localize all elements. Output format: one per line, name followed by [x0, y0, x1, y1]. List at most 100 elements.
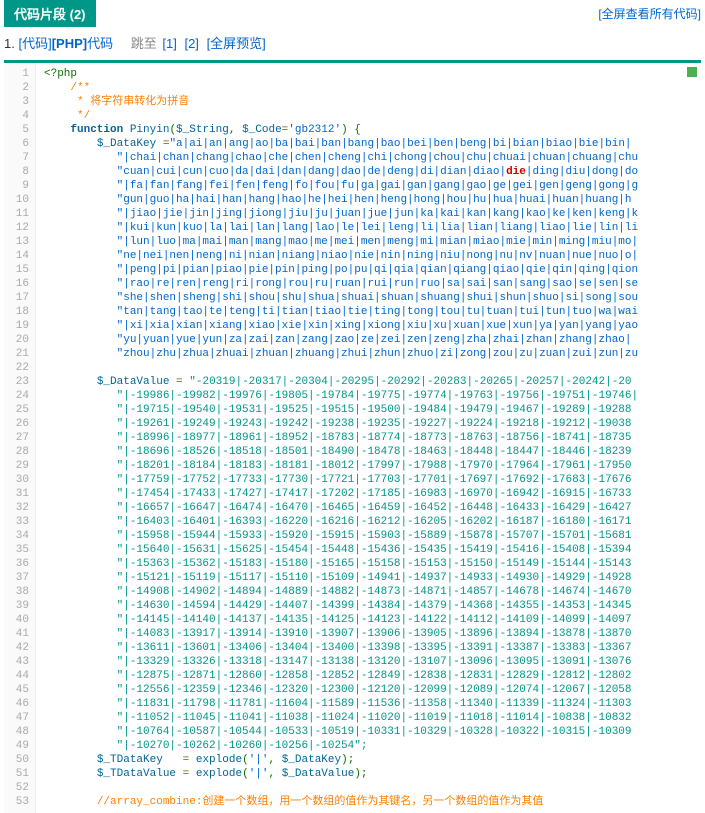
- code-line: "|-18696|-18526|-18518|-18501|-18490|-18…: [44, 445, 701, 459]
- code-line: "|rao|re|ren|reng|ri|rong|rou|ru|ruan|ru…: [44, 277, 701, 291]
- subheader: 1. [代码][PHP]代码 跳至 [1] [2] [全屏预览]: [0, 27, 705, 60]
- code-line: "|-12556|-12359|-12346|-12320|-12300|-12…: [44, 683, 701, 697]
- code-line: <?php: [44, 67, 701, 81]
- code-line: "|-15640|-15631|-15625|-15454|-15448|-15…: [44, 543, 701, 557]
- code-link-3[interactable]: 代码: [87, 36, 113, 51]
- line-number: 1: [6, 67, 29, 81]
- code-line: "cuan|cui|cun|cuo|da|dai|dan|dang|dao|de…: [44, 165, 701, 179]
- line-number: 36: [6, 557, 29, 571]
- line-number: 43: [6, 655, 29, 669]
- copy-icon[interactable]: [687, 67, 697, 77]
- code-link-php[interactable]: [PHP]: [52, 36, 87, 51]
- line-number: 13: [6, 235, 29, 249]
- line-number: 51: [6, 767, 29, 781]
- code-line: "|lun|luo|ma|mai|man|mang|mao|me|mei|men…: [44, 235, 701, 249]
- code-content: <?php /** * 将字符串转化为拼音 */ function Pinyin…: [36, 63, 701, 813]
- line-number: 12: [6, 221, 29, 235]
- code-line: $_DataValue = "-20319|-20317|-20304|-202…: [44, 375, 701, 389]
- line-number: 48: [6, 725, 29, 739]
- code-line: "|fa|fan|fang|fei|fen|feng|fo|fou|fu|ga|…: [44, 179, 701, 193]
- code-line: "|-15363|-15362|-15183|-15180|-15165|-15…: [44, 557, 701, 571]
- code-line: "|-11831|-11798|-11781|-11604|-11589|-11…: [44, 697, 701, 711]
- code-line: "|-15121|-15119|-15117|-15110|-15109|-14…: [44, 571, 701, 585]
- code-line: "|-13329|-13326|-13318|-13147|-13138|-13…: [44, 655, 701, 669]
- code-line: "|-14908|-14902|-14894|-14889|-14882|-14…: [44, 585, 701, 599]
- line-number: 41: [6, 627, 29, 641]
- code-line: */: [44, 109, 701, 123]
- code-line: "|jiao|jie|jin|jing|jiong|jiu|ju|juan|ju…: [44, 207, 701, 221]
- line-gutter: 1234567891011121314151617181920212223242…: [4, 63, 36, 813]
- line-number: 7: [6, 151, 29, 165]
- code-line: "|-16403|-16401|-16393|-16220|-16216|-16…: [44, 515, 701, 529]
- line-number: 19: [6, 319, 29, 333]
- line-number: 3: [6, 95, 29, 109]
- tab-code-snippet[interactable]: 代码片段 (2): [4, 0, 96, 27]
- line-number: 37: [6, 571, 29, 585]
- code-line: "|-17454|-17433|-17427|-17417|-17202|-17…: [44, 487, 701, 501]
- line-number: 16: [6, 277, 29, 291]
- code-line: "ne|nei|nen|neng|ni|nian|niang|niao|nie|…: [44, 249, 701, 263]
- code-line: "|-11052|-11045|-11041|-11038|-11024|-11…: [44, 711, 701, 725]
- code-line: "tan|tang|tao|te|teng|ti|tian|tiao|tie|t…: [44, 305, 701, 319]
- code-line: "|-18201|-18184|-18183|-18181|-18012|-17…: [44, 459, 701, 473]
- code-line: "|-19715|-19540|-19531|-19525|-19515|-19…: [44, 403, 701, 417]
- code-line: function Pinyin($_String, $_Code='gb2312…: [44, 123, 701, 137]
- line-number: 31: [6, 487, 29, 501]
- code-line: "|-14630|-14594|-14429|-14407|-14399|-14…: [44, 599, 701, 613]
- line-number: 21: [6, 347, 29, 361]
- line-number: 18: [6, 305, 29, 319]
- code-line: "gun|guo|ha|hai|han|hang|hao|he|hei|hen|…: [44, 193, 701, 207]
- line-number: 14: [6, 249, 29, 263]
- line-number: 26: [6, 417, 29, 431]
- line-number: 27: [6, 431, 29, 445]
- snippet-index: 1.: [4, 36, 15, 51]
- code-line: "|xi|xia|xian|xiang|xiao|xie|xin|xing|xi…: [44, 319, 701, 333]
- line-number: 11: [6, 207, 29, 221]
- line-number: 24: [6, 389, 29, 403]
- line-number: 8: [6, 165, 29, 179]
- code-line: "|-18996|-18977|-18961|-18952|-18783|-18…: [44, 431, 701, 445]
- line-number: 30: [6, 473, 29, 487]
- line-number: 22: [6, 361, 29, 375]
- line-number: 35: [6, 543, 29, 557]
- code-line: //array_combine:创建一个数组，用一个数组的值作为其键名，另一个数…: [44, 795, 701, 809]
- code-line: "|-14145|-14140|-14137|-14135|-14125|-14…: [44, 613, 701, 627]
- code-line: "|chai|chan|chang|chao|che|chen|cheng|ch…: [44, 151, 701, 165]
- line-number: 50: [6, 753, 29, 767]
- code-line: $_TDataKey = explode('|', $_DataKey);: [44, 753, 701, 767]
- line-number: 10: [6, 193, 29, 207]
- line-number: 29: [6, 459, 29, 473]
- code-line: "|-19261|-19249|-19243|-19242|-19238|-19…: [44, 417, 701, 431]
- line-number: 5: [6, 123, 29, 137]
- code-line: $_TDataValue = explode('|', $_DataValue)…: [44, 767, 701, 781]
- code-line: * 将字符串转化为拼音: [44, 95, 701, 109]
- code-line: "|-16657|-16647|-16474|-16470|-16465|-16…: [44, 501, 701, 515]
- line-number: 33: [6, 515, 29, 529]
- code-line: "|-15958|-15944|-15933|-15920|-15915|-15…: [44, 529, 701, 543]
- line-number: 23: [6, 375, 29, 389]
- code-line: /**: [44, 81, 701, 95]
- code-line: [44, 781, 701, 795]
- line-number: 34: [6, 529, 29, 543]
- line-number: 25: [6, 403, 29, 417]
- code-link-1[interactable]: [代码]: [18, 36, 51, 51]
- code-line: "|-12875|-12871|-12860|-12858|-12852|-12…: [44, 669, 701, 683]
- jump-1[interactable]: [1]: [162, 36, 176, 51]
- code-line: "|peng|pi|pian|piao|pie|pin|ping|po|pu|q…: [44, 263, 701, 277]
- jump-2[interactable]: [2]: [184, 36, 198, 51]
- line-number: 15: [6, 263, 29, 277]
- line-number: 52: [6, 781, 29, 795]
- jump-fullscreen[interactable]: [全屏预览]: [207, 36, 266, 51]
- line-number: 46: [6, 697, 29, 711]
- code-line: "yu|yuan|yue|yun|za|zai|zan|zang|zao|ze|…: [44, 333, 701, 347]
- line-number: 6: [6, 137, 29, 151]
- line-number: 28: [6, 445, 29, 459]
- line-number: 42: [6, 641, 29, 655]
- view-all-link[interactable]: [全屏查看所有代码]: [598, 5, 701, 22]
- line-number: 32: [6, 501, 29, 515]
- code-line: "|kui|kun|kuo|la|lai|lan|lang|lao|le|lei…: [44, 221, 701, 235]
- code-line: "zhou|zhu|zhua|zhuai|zhuan|zhuang|zhui|z…: [44, 347, 701, 361]
- jump-label: 跳至: [131, 36, 157, 51]
- code-line: "|-10270|-10262|-10260|-10256|-10254";: [44, 739, 701, 753]
- line-number: 45: [6, 683, 29, 697]
